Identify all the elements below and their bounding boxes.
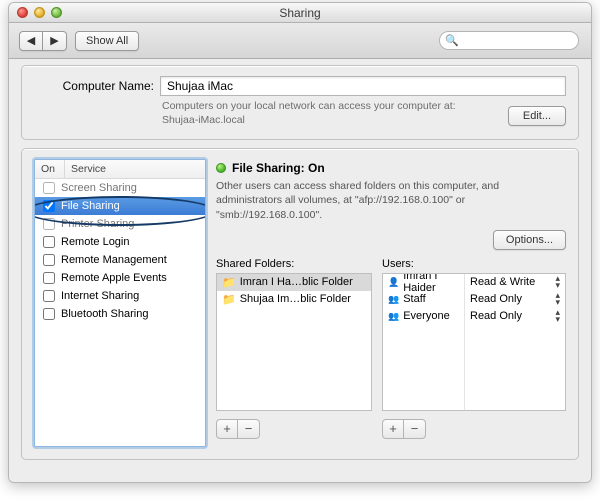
back-button[interactable]: ◀ bbox=[19, 31, 43, 51]
show-all-button[interactable]: Show All bbox=[75, 31, 139, 51]
computer-name-panel: Computer Name: Computers on your local n… bbox=[21, 65, 579, 140]
service-label: Remote Management bbox=[61, 254, 167, 266]
computer-name-field[interactable] bbox=[160, 76, 566, 96]
edit-button[interactable]: Edit... bbox=[508, 106, 566, 126]
zoom-icon[interactable] bbox=[51, 7, 62, 18]
service-label: Bluetooth Sharing bbox=[61, 308, 148, 320]
permission-label: Read & Write bbox=[470, 276, 535, 288]
sharing-window: Sharing ◀ ▶ Show All 🔍 Computer Name: Co… bbox=[8, 2, 592, 483]
search-wrap: 🔍 bbox=[439, 31, 579, 50]
stepper-icon[interactable]: ▴▾ bbox=[555, 275, 560, 289]
folder-name: Shujaa Im…blic Folder bbox=[240, 293, 351, 305]
user-name: Everyone bbox=[403, 310, 449, 322]
search-input[interactable] bbox=[439, 31, 579, 50]
titlebar: Sharing bbox=[9, 3, 591, 23]
service-checkbox[interactable] bbox=[43, 290, 55, 302]
folder-row[interactable]: 📁 Shujaa Im…blic Folder bbox=[217, 291, 371, 308]
permission-row[interactable]: Read Only ▴▾ bbox=[465, 308, 565, 325]
sharing-panel: On Service Screen Sharing File Sharing Pri… bbox=[21, 148, 579, 460]
user-row[interactable]: 👤Imran I Haider bbox=[383, 274, 464, 291]
forward-button[interactable]: ▶ bbox=[43, 31, 67, 51]
add-user-button[interactable]: + bbox=[382, 419, 404, 439]
user-name: Staff bbox=[403, 293, 425, 305]
service-checkbox[interactable] bbox=[43, 200, 55, 212]
permission-label: Read Only bbox=[470, 310, 522, 322]
folder-row[interactable]: 📁 Imran I Ha…blic Folder bbox=[217, 274, 371, 291]
service-checkbox[interactable] bbox=[43, 218, 55, 230]
service-checkbox[interactable] bbox=[43, 236, 55, 248]
traffic-lights bbox=[17, 7, 62, 18]
permission-row[interactable]: Read Only ▴▾ bbox=[465, 291, 565, 308]
service-label: Internet Sharing bbox=[61, 290, 139, 302]
person-icon: 👤 bbox=[388, 277, 399, 288]
folder-icon: 📁 bbox=[222, 293, 236, 306]
right-pane: File Sharing: On Other users can access … bbox=[216, 159, 566, 447]
minimize-icon[interactable] bbox=[34, 7, 45, 18]
remove-user-button[interactable]: − bbox=[404, 419, 426, 439]
stepper-icon[interactable]: ▴▾ bbox=[555, 309, 560, 323]
service-row[interactable]: Internet Sharing bbox=[35, 287, 205, 305]
window-title: Sharing bbox=[279, 6, 320, 20]
add-folder-button[interactable]: + bbox=[216, 419, 238, 439]
shared-folders-list[interactable]: 📁 Imran I Ha…blic Folder 📁 Shujaa Im…blic F… bbox=[216, 273, 372, 411]
services-list[interactable]: On Service Screen Sharing File Sharing Pri… bbox=[34, 159, 206, 447]
group-icon: 👥 bbox=[388, 311, 399, 322]
chevron-right-icon: ▶ bbox=[50, 34, 58, 47]
remove-folder-button[interactable]: − bbox=[238, 419, 260, 439]
service-row[interactable]: Bluetooth Sharing bbox=[35, 305, 205, 323]
computer-name-label: Computer Name: bbox=[34, 79, 154, 93]
computer-name-hint: Computers on your local network can acce… bbox=[162, 100, 462, 127]
folder-name: Imran I Ha…blic Folder bbox=[240, 276, 353, 288]
services-header: On Service bbox=[35, 160, 205, 179]
service-checkbox[interactable] bbox=[43, 272, 55, 284]
stepper-icon[interactable]: ▴▾ bbox=[555, 292, 560, 306]
folder-icon: 📁 bbox=[222, 276, 236, 289]
service-label: Remote Login bbox=[61, 236, 130, 248]
service-row[interactable]: Screen Sharing bbox=[35, 179, 205, 197]
nav-segment: ◀ ▶ bbox=[19, 31, 67, 51]
options-button[interactable]: Options... bbox=[493, 230, 566, 250]
status-dot-icon bbox=[216, 163, 226, 173]
close-icon[interactable] bbox=[17, 7, 28, 18]
service-row[interactable]: Printer Sharing bbox=[35, 215, 205, 233]
col-on[interactable]: On bbox=[35, 160, 65, 178]
col-service[interactable]: Service bbox=[65, 160, 205, 178]
service-checkbox[interactable] bbox=[43, 254, 55, 266]
toolbar: ◀ ▶ Show All 🔍 bbox=[9, 23, 591, 59]
user-row[interactable]: 👥 Everyone bbox=[383, 308, 464, 325]
service-row[interactable]: Remote Login bbox=[35, 233, 205, 251]
service-checkbox[interactable] bbox=[43, 182, 55, 194]
service-checkbox[interactable] bbox=[43, 308, 55, 320]
service-row[interactable]: Remote Apple Events bbox=[35, 269, 205, 287]
service-label: Remote Apple Events bbox=[61, 272, 167, 284]
permission-row[interactable]: Read & Write ▴▾ bbox=[465, 274, 565, 291]
group-icon: 👥 bbox=[388, 294, 399, 305]
service-label: Printer Sharing bbox=[61, 218, 134, 230]
shared-folders-label: Shared Folders: bbox=[216, 258, 372, 270]
service-label: File Sharing bbox=[61, 200, 120, 212]
user-name: Imran I Haider bbox=[403, 273, 459, 295]
users-list[interactable]: 👤Imran I Haider👥Staff👥Everyone Read & Wr… bbox=[382, 273, 566, 411]
chevron-left-icon: ◀ bbox=[27, 34, 35, 47]
service-label: Screen Sharing bbox=[61, 182, 137, 194]
status-description: Other users can access shared folders on… bbox=[216, 179, 566, 222]
users-label: Users: bbox=[382, 258, 566, 270]
content: Computer Name: Computers on your local n… bbox=[9, 59, 591, 482]
service-row[interactable]: Remote Management bbox=[35, 251, 205, 269]
permission-label: Read Only bbox=[470, 293, 522, 305]
search-icon: 🔍 bbox=[445, 34, 459, 47]
status-headline: File Sharing: On bbox=[232, 161, 325, 175]
service-row[interactable]: File Sharing bbox=[35, 197, 205, 215]
